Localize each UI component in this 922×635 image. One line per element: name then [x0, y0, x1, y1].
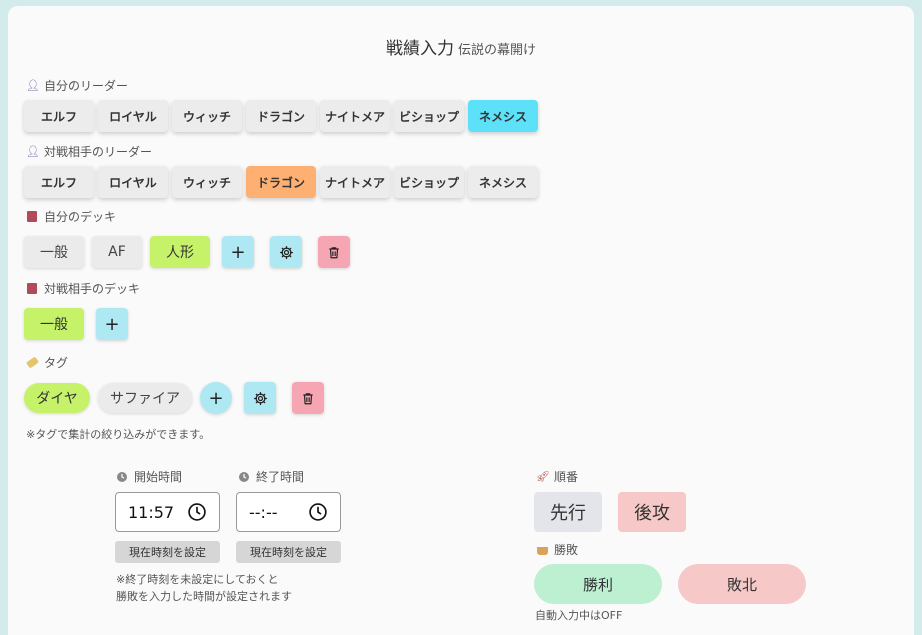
- rocket-icon: 🚀︎: [536, 469, 550, 483]
- tag-icon: [25, 355, 39, 369]
- plus-icon: +: [104, 313, 120, 335]
- add-deck-button[interactable]: +: [222, 236, 254, 268]
- leader-option[interactable]: エルフ: [24, 166, 94, 198]
- person-icon: 👤︎: [26, 144, 40, 158]
- start-time-label: 開始時間: [116, 468, 182, 485]
- clock-icon[interactable]: [187, 502, 207, 522]
- win-button[interactable]: 勝利: [534, 564, 662, 604]
- my-leader-label: 👤︎ 自分のリーダー: [26, 78, 129, 93]
- plus-icon: +: [230, 241, 246, 263]
- leader-option[interactable]: ウィッチ: [172, 166, 242, 198]
- end-time-input[interactable]: --:--: [236, 492, 341, 532]
- deck-settings-button[interactable]: [270, 236, 302, 268]
- trash-icon: [329, 246, 339, 258]
- gear-icon: [253, 391, 267, 405]
- page-subtitle: 伝説の幕開け: [457, 43, 536, 58]
- leader-option[interactable]: ロイヤル: [98, 166, 168, 198]
- opp-deck-label: 対戦相手のデッキ: [26, 280, 140, 297]
- leader-option[interactable]: ロイヤル: [98, 100, 168, 132]
- start-time-input[interactable]: 11:57: [115, 492, 220, 532]
- add-tag-button[interactable]: +: [200, 382, 232, 414]
- book-icon: [26, 282, 38, 295]
- order-label: 🚀︎ 順番: [536, 469, 579, 484]
- opp-deck-option-selected[interactable]: 一般: [24, 308, 84, 340]
- leader-option[interactable]: ネメシス: [468, 166, 538, 198]
- end-time-label: 終了時間: [238, 468, 304, 485]
- leader-option[interactable]: ナイトメア: [320, 166, 390, 198]
- basket-icon: [536, 544, 548, 556]
- order-second-button[interactable]: 後攻: [618, 492, 686, 532]
- clock-icon[interactable]: [308, 502, 328, 522]
- tag-option[interactable]: サファイア: [98, 383, 192, 413]
- trash-icon: [303, 392, 313, 404]
- auto-input-note: 自動入力中はOFF: [535, 609, 623, 622]
- tags-label: タグ: [25, 354, 68, 371]
- leader-option[interactable]: ウィッチ: [172, 100, 242, 132]
- my-deck-option[interactable]: AF: [92, 236, 142, 268]
- delete-deck-button[interactable]: [318, 236, 350, 268]
- page-header: 戦績入力 伝説の幕開け: [0, 34, 922, 59]
- end-time-note: ※終了時刻を未設定にしておくと 勝敗を入力した時間が設定されます: [116, 573, 292, 603]
- set-start-now-button[interactable]: 現在時刻を設定: [115, 541, 220, 563]
- add-opp-deck-button[interactable]: +: [96, 308, 128, 340]
- tag-option-selected[interactable]: ダイヤ: [24, 383, 90, 413]
- gear-icon: [279, 245, 293, 259]
- book-icon: [26, 210, 38, 223]
- leader-option[interactable]: ビショップ: [394, 100, 464, 132]
- plus-icon: +: [208, 387, 224, 409]
- tag-settings-button[interactable]: [244, 382, 276, 414]
- result-label: 勝敗: [536, 541, 578, 558]
- leader-option[interactable]: ナイトメア: [320, 100, 390, 132]
- opp-leader-label: 👤︎ 対戦相手のリーダー: [26, 144, 153, 159]
- lose-button[interactable]: 敗北: [678, 564, 806, 604]
- my-deck-label: 自分のデッキ: [26, 208, 116, 225]
- leader-option-selected[interactable]: ネメシス: [468, 100, 538, 132]
- tag-note: ※タグで集計の絞り込みができます。: [26, 428, 211, 441]
- person-icon: 👤︎: [26, 78, 40, 92]
- my-deck-option[interactable]: 一般: [24, 236, 84, 268]
- leader-option[interactable]: エルフ: [24, 100, 94, 132]
- delete-tag-button[interactable]: [292, 382, 324, 414]
- page-title: 戦績入力: [385, 39, 454, 59]
- clock-icon: [239, 471, 249, 482]
- leader-option-selected[interactable]: ドラゴン: [246, 166, 316, 198]
- order-first-button[interactable]: 先行: [534, 492, 602, 532]
- clock-icon: [117, 471, 127, 482]
- my-deck-option-selected[interactable]: 人形: [150, 236, 210, 268]
- set-end-now-button[interactable]: 現在時刻を設定: [236, 541, 341, 563]
- leader-option[interactable]: ドラゴン: [246, 100, 316, 132]
- leader-option[interactable]: ビショップ: [394, 166, 464, 198]
